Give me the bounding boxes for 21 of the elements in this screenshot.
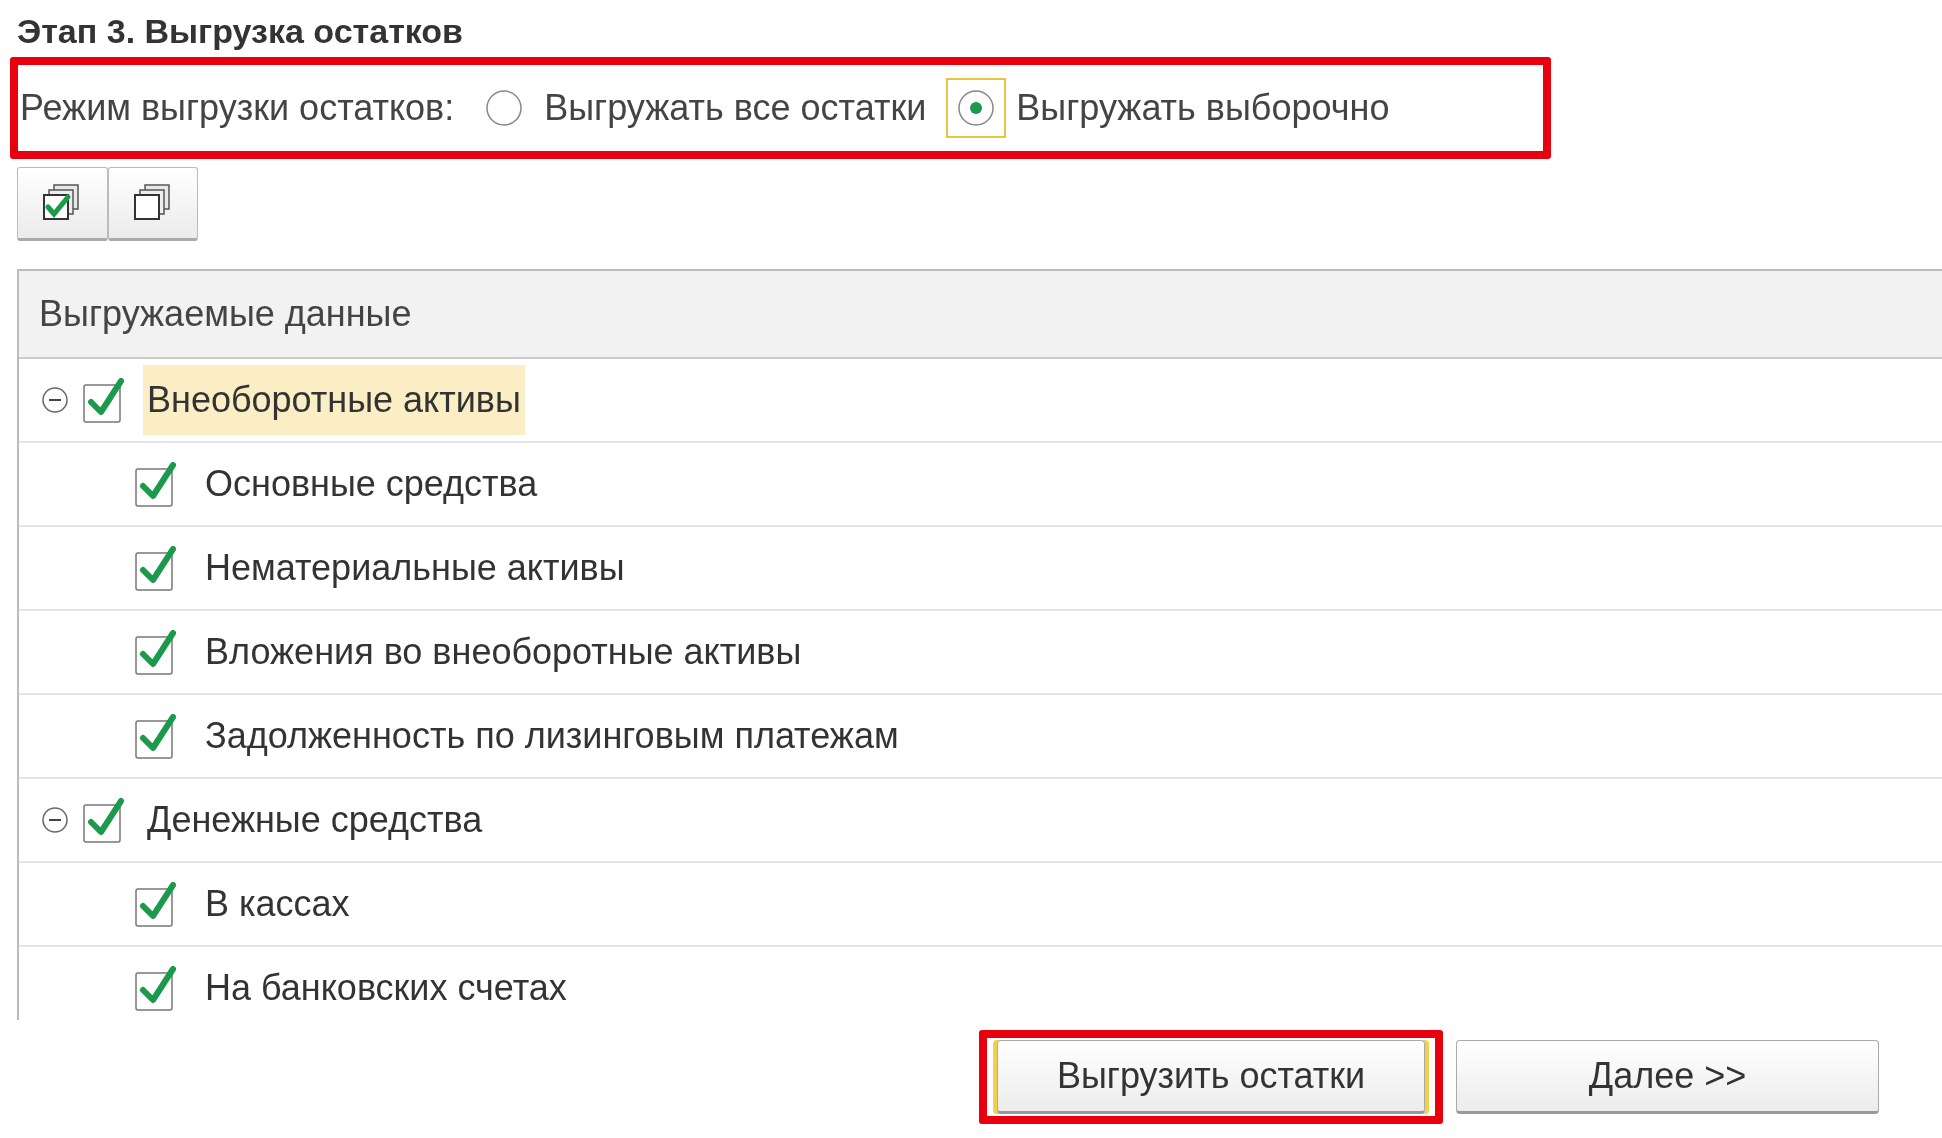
radio-button[interactable] [957,89,996,127]
tree-item[interactable]: Внеоборотные активы [143,365,525,435]
tree-item[interactable]: На банковских счетах [201,953,571,1020]
tree-item[interactable]: Нематериальные активы [201,533,629,603]
pages-icon [132,183,173,223]
tree-item[interactable]: Вложения во внеоборотные активы [201,617,806,687]
tree-item[interactable]: Задолженность по лизинговым платежам [201,701,903,771]
tree-item[interactable]: В кассах [201,869,354,939]
collapse-icon[interactable] [41,806,69,834]
check-all-button[interactable] [17,167,108,241]
column-header: Выгружаемые данные [19,271,1942,359]
field-label: Режим выгрузки остатков: [20,87,455,129]
tree-item[interactable]: Основные средства [201,449,542,519]
uncheck-all-button[interactable] [107,167,198,241]
radio-button[interactable] [485,89,524,127]
collapse-icon[interactable] [41,386,69,414]
action-button[interactable]: Далее >> [1456,1040,1879,1114]
radio-label[interactable]: Выгружать все остатки [544,87,927,129]
radio-label[interactable]: Выгружать выборочно [1016,87,1390,129]
section-title: Этап 3. Выгрузка остатков [17,11,465,52]
tree-item[interactable]: Денежные средства [143,785,487,855]
